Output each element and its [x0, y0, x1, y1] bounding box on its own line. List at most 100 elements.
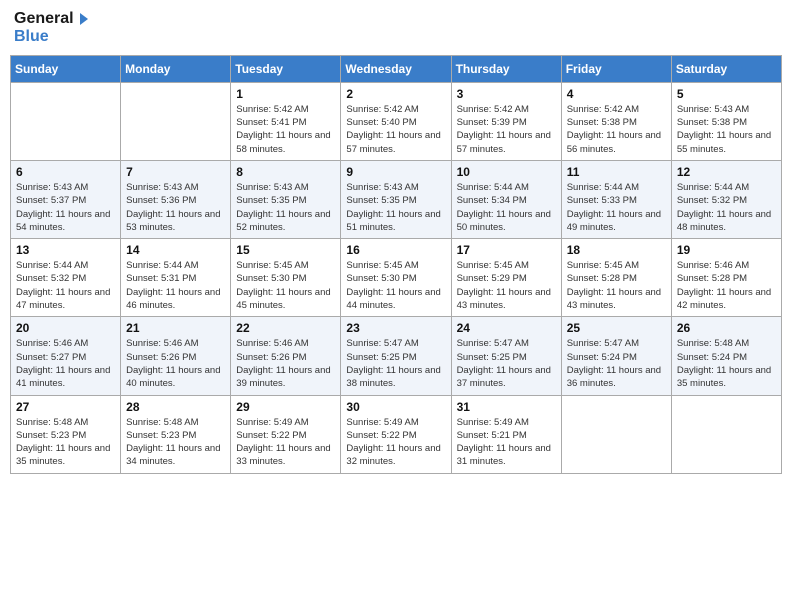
calendar-day-cell	[11, 82, 121, 160]
day-detail: Sunrise: 5:42 AM Sunset: 5:38 PM Dayligh…	[567, 103, 666, 156]
day-number: 10	[457, 165, 556, 179]
day-number: 2	[346, 87, 445, 101]
calendar-day-cell: 10 Sunrise: 5:44 AM Sunset: 5:34 PM Dayli…	[451, 160, 561, 238]
calendar-day-cell: 28 Sunrise: 5:48 AM Sunset: 5:23 PM Dayli…	[121, 395, 231, 473]
day-number: 26	[677, 321, 776, 335]
calendar-header-cell: Thursday	[451, 55, 561, 82]
day-number: 11	[567, 165, 666, 179]
calendar-day-cell: 12Sunrise: 5:44 AM Sunset: 5:32 PM Dayli…	[671, 160, 781, 238]
day-detail: Sunrise: 5:42 AM Sunset: 5:39 PM Dayligh…	[457, 103, 556, 156]
calendar-day-cell: 29 Sunrise: 5:49 AM Sunset: 5:22 PM Dayli…	[231, 395, 341, 473]
day-detail: Sunrise: 5:48 AM Sunset: 5:23 PM Dayligh…	[16, 416, 115, 469]
day-detail: Sunrise: 5:46 AM Sunset: 5:26 PM Dayligh…	[236, 337, 335, 390]
day-number: 30	[346, 400, 445, 414]
calendar-day-cell: 26 Sunrise: 5:48 AM Sunset: 5:24 PM Dayli…	[671, 317, 781, 395]
calendar-day-cell: 23Sunrise: 5:47 AM Sunset: 5:25 PM Dayli…	[341, 317, 451, 395]
calendar-day-cell: 4 Sunrise: 5:42 AM Sunset: 5:38 PM Daylig…	[561, 82, 671, 160]
day-detail: Sunrise: 5:45 AM Sunset: 5:30 PM Dayligh…	[346, 259, 445, 312]
day-detail: Sunrise: 5:46 AM Sunset: 5:28 PM Dayligh…	[677, 259, 776, 312]
day-number: 3	[457, 87, 556, 101]
day-detail: Sunrise: 5:49 AM Sunset: 5:22 PM Dayligh…	[236, 416, 335, 469]
day-number: 29	[236, 400, 335, 414]
day-number: 27	[16, 400, 115, 414]
calendar-day-cell: 8 Sunrise: 5:43 AM Sunset: 5:35 PM Daylig…	[231, 160, 341, 238]
calendar-week-row: 27 Sunrise: 5:48 AM Sunset: 5:23 PM Dayli…	[11, 395, 782, 473]
day-number: 15	[236, 243, 335, 257]
day-detail: Sunrise: 5:42 AM Sunset: 5:40 PM Dayligh…	[346, 103, 445, 156]
calendar-day-cell: 18 Sunrise: 5:45 AM Sunset: 5:28 PM Dayli…	[561, 239, 671, 317]
day-detail: Sunrise: 5:43 AM Sunset: 5:35 PM Dayligh…	[346, 181, 445, 234]
day-detail: Sunrise: 5:45 AM Sunset: 5:29 PM Dayligh…	[457, 259, 556, 312]
calendar-header-cell: Saturday	[671, 55, 781, 82]
day-number: 24	[457, 321, 556, 335]
calendar-day-cell: 3 Sunrise: 5:42 AM Sunset: 5:39 PM Daylig…	[451, 82, 561, 160]
day-number: 31	[457, 400, 556, 414]
day-detail: Sunrise: 5:46 AM Sunset: 5:26 PM Dayligh…	[126, 337, 225, 390]
day-number: 21	[126, 321, 225, 335]
day-number: 16	[346, 243, 445, 257]
day-number: 14	[126, 243, 225, 257]
calendar-day-cell: 7 Sunrise: 5:43 AM Sunset: 5:36 PM Daylig…	[121, 160, 231, 238]
calendar-day-cell: 19 Sunrise: 5:46 AM Sunset: 5:28 PM Dayli…	[671, 239, 781, 317]
day-detail: Sunrise: 5:46 AM Sunset: 5:27 PM Dayligh…	[16, 337, 115, 390]
day-detail: Sunrise: 5:49 AM Sunset: 5:21 PM Dayligh…	[457, 416, 556, 469]
calendar-day-cell: 9 Sunrise: 5:43 AM Sunset: 5:35 PM Daylig…	[341, 160, 451, 238]
day-number: 1	[236, 87, 335, 101]
day-detail: Sunrise: 5:44 AM Sunset: 5:34 PM Dayligh…	[457, 181, 556, 234]
page-header: General Blue	[10, 10, 782, 47]
calendar-body: 1Sunrise: 5:42 AM Sunset: 5:41 PM Daylig…	[11, 82, 782, 473]
day-number: 5	[677, 87, 776, 101]
calendar-week-row: 20 Sunrise: 5:46 AM Sunset: 5:27 PM Dayli…	[11, 317, 782, 395]
calendar-day-cell: 27 Sunrise: 5:48 AM Sunset: 5:23 PM Dayli…	[11, 395, 121, 473]
calendar-day-cell: 21 Sunrise: 5:46 AM Sunset: 5:26 PM Dayli…	[121, 317, 231, 395]
calendar-header-cell: Tuesday	[231, 55, 341, 82]
calendar-day-cell	[671, 395, 781, 473]
day-number: 4	[567, 87, 666, 101]
logo-arrow-icon	[74, 11, 90, 27]
day-detail: Sunrise: 5:44 AM Sunset: 5:32 PM Dayligh…	[677, 181, 776, 234]
calendar-day-cell: 30 Sunrise: 5:49 AM Sunset: 5:22 PM Dayli…	[341, 395, 451, 473]
logo: General Blue	[14, 10, 90, 47]
day-detail: Sunrise: 5:45 AM Sunset: 5:30 PM Dayligh…	[236, 259, 335, 312]
calendar-week-row: 1Sunrise: 5:42 AM Sunset: 5:41 PM Daylig…	[11, 82, 782, 160]
calendar-day-cell: 16 Sunrise: 5:45 AM Sunset: 5:30 PM Dayli…	[341, 239, 451, 317]
calendar-day-cell: 25Sunrise: 5:47 AM Sunset: 5:24 PM Dayli…	[561, 317, 671, 395]
calendar-week-row: 13 Sunrise: 5:44 AM Sunset: 5:32 PM Dayli…	[11, 239, 782, 317]
day-detail: Sunrise: 5:43 AM Sunset: 5:35 PM Dayligh…	[236, 181, 335, 234]
day-number: 19	[677, 243, 776, 257]
calendar-day-cell: 6Sunrise: 5:43 AM Sunset: 5:37 PM Daylig…	[11, 160, 121, 238]
calendar-day-cell: 17 Sunrise: 5:45 AM Sunset: 5:29 PM Dayli…	[451, 239, 561, 317]
calendar-header-cell: Sunday	[11, 55, 121, 82]
calendar-day-cell: 24 Sunrise: 5:47 AM Sunset: 5:25 PM Dayli…	[451, 317, 561, 395]
day-detail: Sunrise: 5:49 AM Sunset: 5:22 PM Dayligh…	[346, 416, 445, 469]
calendar-week-row: 6Sunrise: 5:43 AM Sunset: 5:37 PM Daylig…	[11, 160, 782, 238]
day-number: 20	[16, 321, 115, 335]
day-detail: Sunrise: 5:47 AM Sunset: 5:25 PM Dayligh…	[457, 337, 556, 390]
day-detail: Sunrise: 5:44 AM Sunset: 5:31 PM Dayligh…	[126, 259, 225, 312]
day-number: 8	[236, 165, 335, 179]
day-number: 25	[567, 321, 666, 335]
day-number: 13	[16, 243, 115, 257]
calendar-header-row: SundayMondayTuesdayWednesdayThursdayFrid…	[11, 55, 782, 82]
day-number: 17	[457, 243, 556, 257]
day-detail: Sunrise: 5:48 AM Sunset: 5:24 PM Dayligh…	[677, 337, 776, 390]
logo-text: General Blue	[14, 10, 90, 47]
day-detail: Sunrise: 5:43 AM Sunset: 5:36 PM Dayligh…	[126, 181, 225, 234]
day-detail: Sunrise: 5:45 AM Sunset: 5:28 PM Dayligh…	[567, 259, 666, 312]
day-number: 18	[567, 243, 666, 257]
day-number: 23	[346, 321, 445, 335]
calendar-day-cell: 13 Sunrise: 5:44 AM Sunset: 5:32 PM Dayli…	[11, 239, 121, 317]
day-number: 28	[126, 400, 225, 414]
calendar-header-cell: Monday	[121, 55, 231, 82]
day-number: 9	[346, 165, 445, 179]
day-detail: Sunrise: 5:44 AM Sunset: 5:32 PM Dayligh…	[16, 259, 115, 312]
calendar-day-cell: 14 Sunrise: 5:44 AM Sunset: 5:31 PM Dayli…	[121, 239, 231, 317]
calendar-day-cell: 22Sunrise: 5:46 AM Sunset: 5:26 PM Dayli…	[231, 317, 341, 395]
calendar-day-cell: 2 Sunrise: 5:42 AM Sunset: 5:40 PM Daylig…	[341, 82, 451, 160]
day-detail: Sunrise: 5:48 AM Sunset: 5:23 PM Dayligh…	[126, 416, 225, 469]
day-number: 7	[126, 165, 225, 179]
calendar-day-cell: 5Sunrise: 5:43 AM Sunset: 5:38 PM Daylig…	[671, 82, 781, 160]
calendar-day-cell: 1Sunrise: 5:42 AM Sunset: 5:41 PM Daylig…	[231, 82, 341, 160]
day-detail: Sunrise: 5:43 AM Sunset: 5:37 PM Dayligh…	[16, 181, 115, 234]
calendar-table: SundayMondayTuesdayWednesdayThursdayFrid…	[10, 55, 782, 474]
